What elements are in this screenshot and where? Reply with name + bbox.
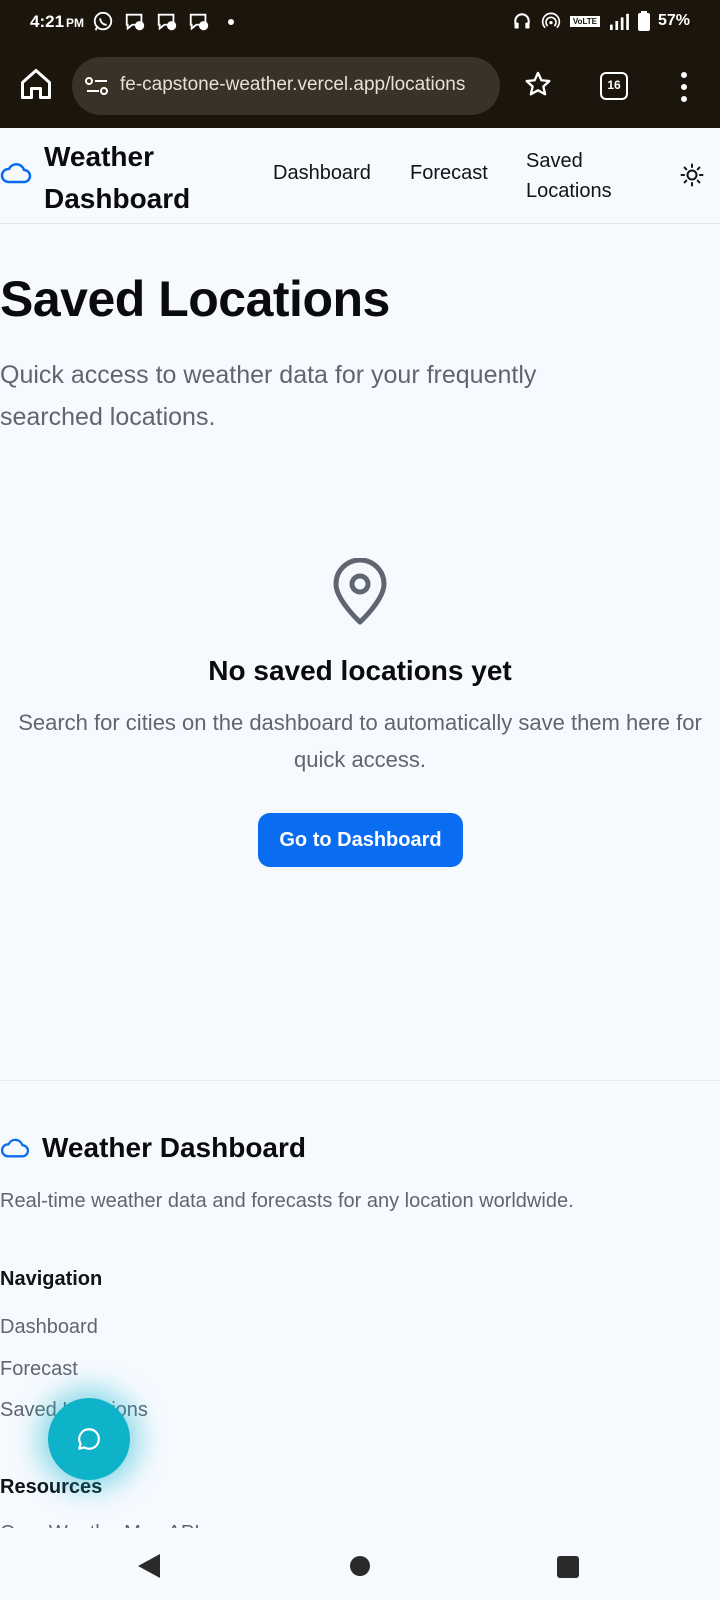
star-icon[interactable] — [524, 70, 552, 98]
battery-percent: 57% — [657, 12, 690, 29]
browser-toolbar: fe-capstone-weather.vercel.app/locations… — [0, 46, 720, 128]
nav-dashboard[interactable]: Dashboard — [273, 162, 371, 185]
nav-forecast[interactable]: Forecast — [410, 162, 488, 185]
page-subtitle: Quick access to weather data for your fr… — [0, 361, 537, 431]
cloud-icon — [0, 1138, 29, 1158]
footer-link-dashboard[interactable]: Dashboard — [0, 1316, 98, 1339]
battery-icon — [637, 11, 650, 31]
back-icon[interactable] — [136, 1552, 162, 1580]
sun-icon[interactable] — [680, 163, 704, 187]
home-icon[interactable] — [18, 66, 54, 102]
hotspot-icon — [541, 12, 560, 29]
status-time: 4:21 PM — [30, 12, 85, 31]
cloud-icon — [0, 163, 32, 184]
recents-nav-button[interactable] — [557, 1556, 579, 1578]
map-pin-icon — [333, 558, 387, 625]
headphones-icon — [514, 13, 530, 29]
volte-badge: VoLTE — [569, 15, 600, 27]
nav-saved-locations[interactable]: Saved Locations — [526, 146, 636, 206]
footer-navigation-heading: Navigation — [0, 1268, 103, 1290]
home-nav-button[interactable] — [350, 1556, 370, 1576]
address-bar[interactable]: fe-capstone-weather.vercel.app/locations — [72, 57, 500, 115]
go-to-dashboard-button[interactable]: Go to Dashboard — [258, 813, 463, 867]
footer-divider — [0, 1080, 720, 1081]
messenger-icon — [157, 13, 177, 31]
chat-bubble-icon — [78, 1428, 100, 1450]
url-text: fe-capstone-weather.vercel.app/locations — [120, 74, 466, 95]
chat-button[interactable] — [48, 1398, 130, 1480]
system-nav-bar — [0, 1528, 720, 1600]
status-bar: 4:21 PM VoLTE 57% — [0, 0, 720, 46]
site-settings-icon[interactable] — [84, 74, 110, 98]
app-header: Weather Dashboard Dashboard Forecast Sav… — [0, 128, 720, 224]
messenger-icon — [125, 13, 145, 31]
footer-brand: Weather Dashboard — [42, 1132, 306, 1163]
signal-icon — [609, 13, 629, 30]
empty-state-title: No saved locations yet — [208, 655, 512, 686]
footer-description: Real-time weather data and forecasts for… — [0, 1190, 574, 1212]
more-notifications-dot — [228, 19, 234, 25]
page-title: Saved Locations — [0, 271, 390, 327]
messenger-icon — [189, 13, 209, 31]
brand-title[interactable]: Weather Dashboard — [44, 136, 224, 220]
system-icons: VoLTE 57% — [512, 11, 690, 31]
empty-state-description: Search for cities on the dashboard to au… — [18, 710, 702, 772]
more-vert-icon[interactable] — [680, 72, 688, 102]
whatsapp-icon — [93, 11, 113, 31]
footer-link-forecast[interactable]: Forecast — [0, 1358, 78, 1381]
notification-icons — [92, 11, 234, 33]
tabs-button[interactable]: 16 — [600, 72, 628, 100]
